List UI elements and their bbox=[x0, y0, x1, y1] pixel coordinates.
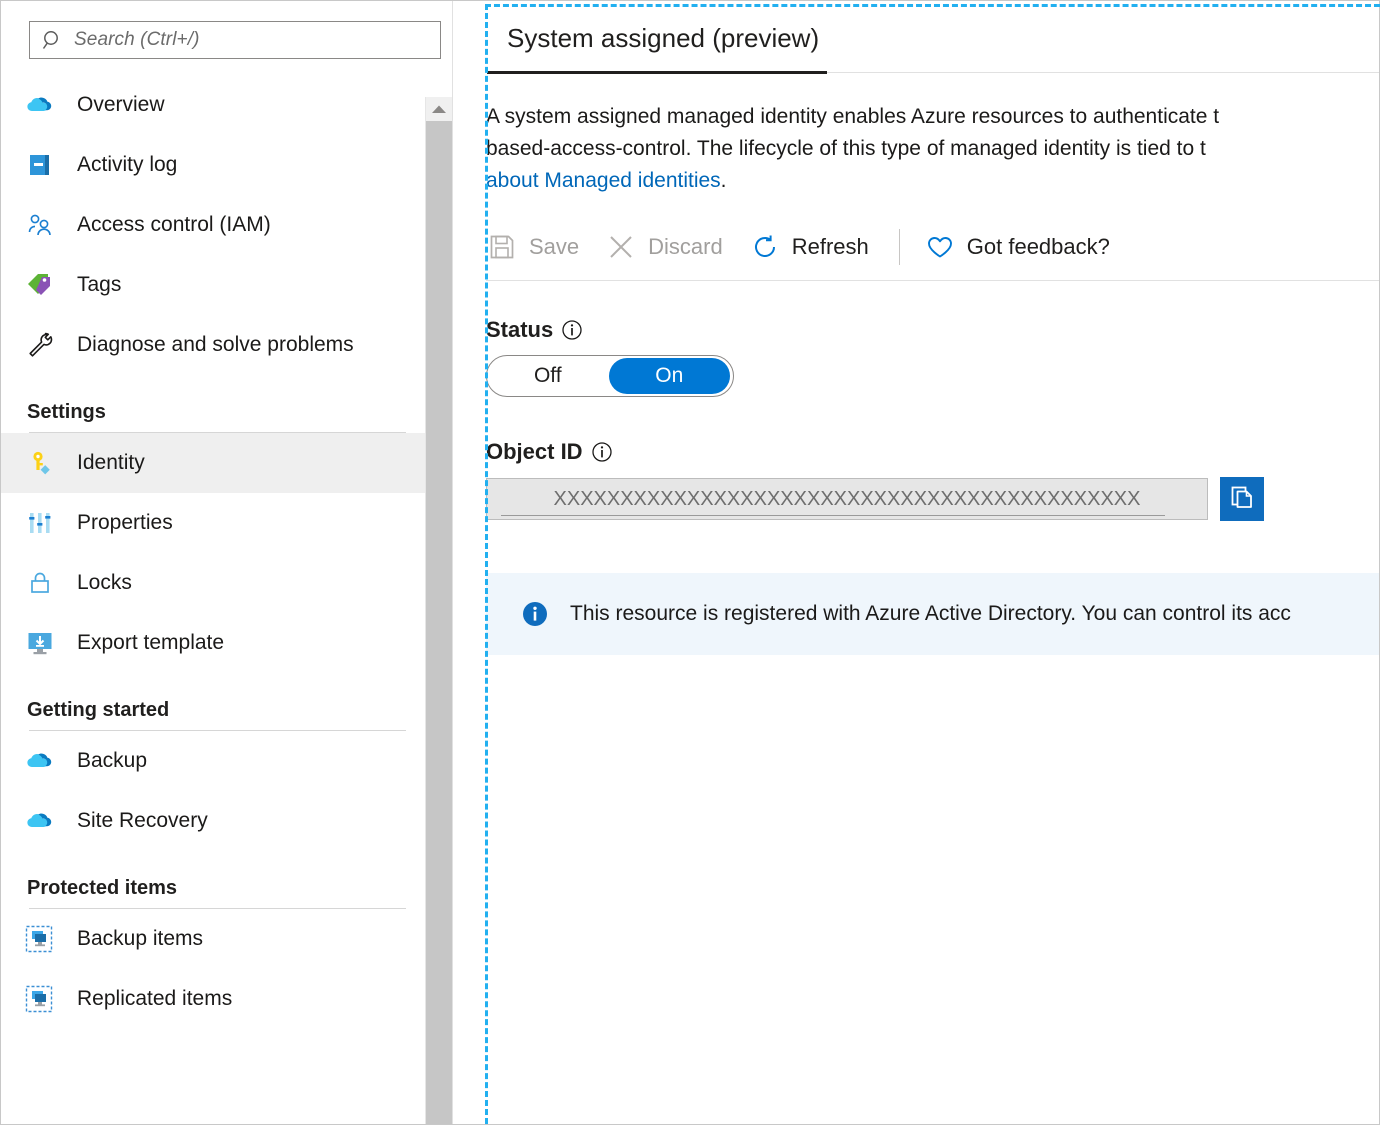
search-icon bbox=[42, 29, 64, 51]
sidebar-item-access-control[interactable]: Access control (IAM) bbox=[1, 195, 452, 255]
sidebar-item-label: Diagnose and solve problems bbox=[77, 333, 354, 357]
sidebar-item-label: Tags bbox=[77, 273, 121, 297]
copy-icon bbox=[1228, 483, 1256, 516]
sidebar-item-label: Backup items bbox=[77, 927, 203, 951]
discard-label: Discard bbox=[648, 234, 723, 260]
tab-system-assigned[interactable]: System assigned (preview) bbox=[499, 17, 827, 68]
key-icon bbox=[25, 448, 55, 478]
sidebar-item-site-recovery[interactable]: Site Recovery bbox=[1, 791, 452, 851]
sidebar-item-label: Backup bbox=[77, 749, 147, 773]
resource-sidebar: Search (Ctrl+/) Overview bbox=[1, 1, 453, 1124]
save-label: Save bbox=[529, 234, 579, 260]
status-label: Status bbox=[486, 317, 553, 343]
tab-active-indicator bbox=[487, 71, 827, 74]
refresh-button[interactable]: Refresh bbox=[749, 225, 869, 269]
save-icon bbox=[486, 231, 518, 263]
info-icon[interactable] bbox=[561, 319, 583, 341]
cloud-icon bbox=[25, 746, 55, 776]
scroll-up-arrow-icon[interactable] bbox=[426, 97, 452, 121]
sidebar-item-replicated-items[interactable]: Replicated items bbox=[1, 969, 452, 1029]
sidebar-item-label: Export template bbox=[77, 631, 224, 655]
blade-description: A system assigned managed identity enabl… bbox=[486, 101, 1379, 197]
info-icon[interactable] bbox=[591, 441, 613, 463]
sidebar-scrollbar[interactable] bbox=[425, 97, 452, 1124]
backup-items-icon bbox=[25, 924, 55, 954]
book-icon bbox=[25, 150, 55, 180]
description-line-1: A system assigned managed identity enabl… bbox=[486, 101, 1379, 133]
sidebar-item-diagnose[interactable]: Diagnose and solve problems bbox=[1, 315, 452, 375]
description-line-3-tail: . bbox=[721, 169, 727, 192]
sidebar-item-backup[interactable]: Backup bbox=[1, 731, 452, 791]
sidebar-nav-list: Overview Activity log bbox=[1, 75, 452, 1049]
sidebar-search-row: Search (Ctrl+/) bbox=[1, 1, 452, 59]
sidebar-item-label: Properties bbox=[77, 511, 173, 535]
aad-registration-banner: This resource is registered with Azure A… bbox=[486, 573, 1379, 655]
description-line-3: about Managed identities. bbox=[486, 165, 1379, 197]
status-toggle[interactable]: Off On bbox=[486, 355, 734, 397]
portal-window: Search (Ctrl+/) Overview bbox=[0, 0, 1380, 1125]
people-icon bbox=[25, 210, 55, 240]
sidebar-item-label: Overview bbox=[77, 93, 165, 117]
sidebar-item-export-template[interactable]: Export template bbox=[1, 613, 452, 673]
copy-button[interactable] bbox=[1220, 477, 1264, 521]
cloud-icon bbox=[25, 90, 55, 120]
got-feedback-label: Got feedback? bbox=[967, 234, 1110, 260]
got-feedback-button[interactable]: Got feedback? bbox=[924, 225, 1110, 269]
sidebar-item-properties[interactable]: Properties bbox=[1, 493, 452, 553]
sidebar-item-label: Site Recovery bbox=[77, 809, 208, 833]
sidebar-item-backup-items[interactable]: Backup items bbox=[1, 909, 452, 969]
sidebar-group-title-protected-items: Protected items bbox=[1, 851, 452, 908]
wrench-icon bbox=[25, 330, 55, 360]
cloud-icon bbox=[25, 806, 55, 836]
refresh-label: Refresh bbox=[792, 234, 869, 260]
replicated-items-icon bbox=[25, 984, 55, 1014]
sidebar-item-tags[interactable]: Tags bbox=[1, 255, 452, 315]
sidebar-item-label: Replicated items bbox=[77, 987, 232, 1011]
tags-icon bbox=[25, 270, 55, 300]
sidebar-item-activity-log[interactable]: Activity log bbox=[1, 135, 452, 195]
sliders-icon bbox=[25, 508, 55, 538]
status-label-row: Status bbox=[486, 317, 1379, 343]
lock-icon bbox=[25, 568, 55, 598]
sidebar-item-label: Activity log bbox=[77, 153, 177, 177]
sidebar-group-title-getting-started: Getting started bbox=[1, 673, 452, 730]
object-id-underline bbox=[501, 515, 1165, 516]
command-bar: Save Discard Refresh bbox=[486, 219, 1379, 275]
blade-tabs: System assigned (preview) bbox=[453, 17, 1379, 75]
refresh-icon bbox=[749, 231, 781, 263]
close-icon bbox=[605, 231, 637, 263]
banner-text: This resource is registered with Azure A… bbox=[570, 602, 1291, 626]
object-id-row: XXXXXXXXXXXXXXXXXXXXXXXXXXXXXXXXXXXXXXXX… bbox=[486, 477, 1379, 521]
sidebar-item-overview[interactable]: Overview bbox=[1, 75, 452, 135]
object-id-value: XXXXXXXXXXXXXXXXXXXXXXXXXXXXXXXXXXXXXXXX… bbox=[554, 488, 1141, 511]
info-filled-icon bbox=[520, 599, 550, 629]
identity-blade: System assigned (preview) A system assig… bbox=[453, 1, 1379, 1124]
sidebar-item-label: Access control (IAM) bbox=[77, 213, 271, 237]
sidebar-item-locks[interactable]: Locks bbox=[1, 553, 452, 613]
description-line-2: based-access-control. The lifecycle of t… bbox=[486, 133, 1379, 165]
search-input[interactable]: Search (Ctrl+/) bbox=[29, 21, 441, 59]
managed-identities-link[interactable]: about Managed identities bbox=[486, 169, 721, 192]
sidebar-item-label: Identity bbox=[77, 451, 145, 475]
sidebar-item-label: Locks bbox=[77, 571, 132, 595]
search-placeholder: Search (Ctrl+/) bbox=[74, 29, 200, 51]
object-id-input[interactable]: XXXXXXXXXXXXXXXXXXXXXXXXXXXXXXXXXXXXXXXX… bbox=[486, 478, 1208, 520]
status-toggle-off[interactable]: Off bbox=[487, 356, 609, 396]
command-bar-separator bbox=[899, 229, 900, 265]
scrollbar-thumb[interactable] bbox=[426, 121, 452, 1124]
sidebar-item-identity[interactable]: Identity bbox=[1, 433, 452, 493]
heart-icon bbox=[924, 231, 956, 263]
object-id-label-row: Object ID bbox=[486, 439, 1379, 465]
sidebar-group-title-settings: Settings bbox=[1, 375, 452, 432]
command-bar-divider bbox=[486, 280, 1379, 281]
discard-button[interactable]: Discard bbox=[605, 225, 723, 269]
object-id-label: Object ID bbox=[486, 439, 583, 465]
save-button[interactable]: Save bbox=[486, 225, 579, 269]
export-template-icon bbox=[25, 628, 55, 658]
status-toggle-on[interactable]: On bbox=[609, 358, 731, 394]
